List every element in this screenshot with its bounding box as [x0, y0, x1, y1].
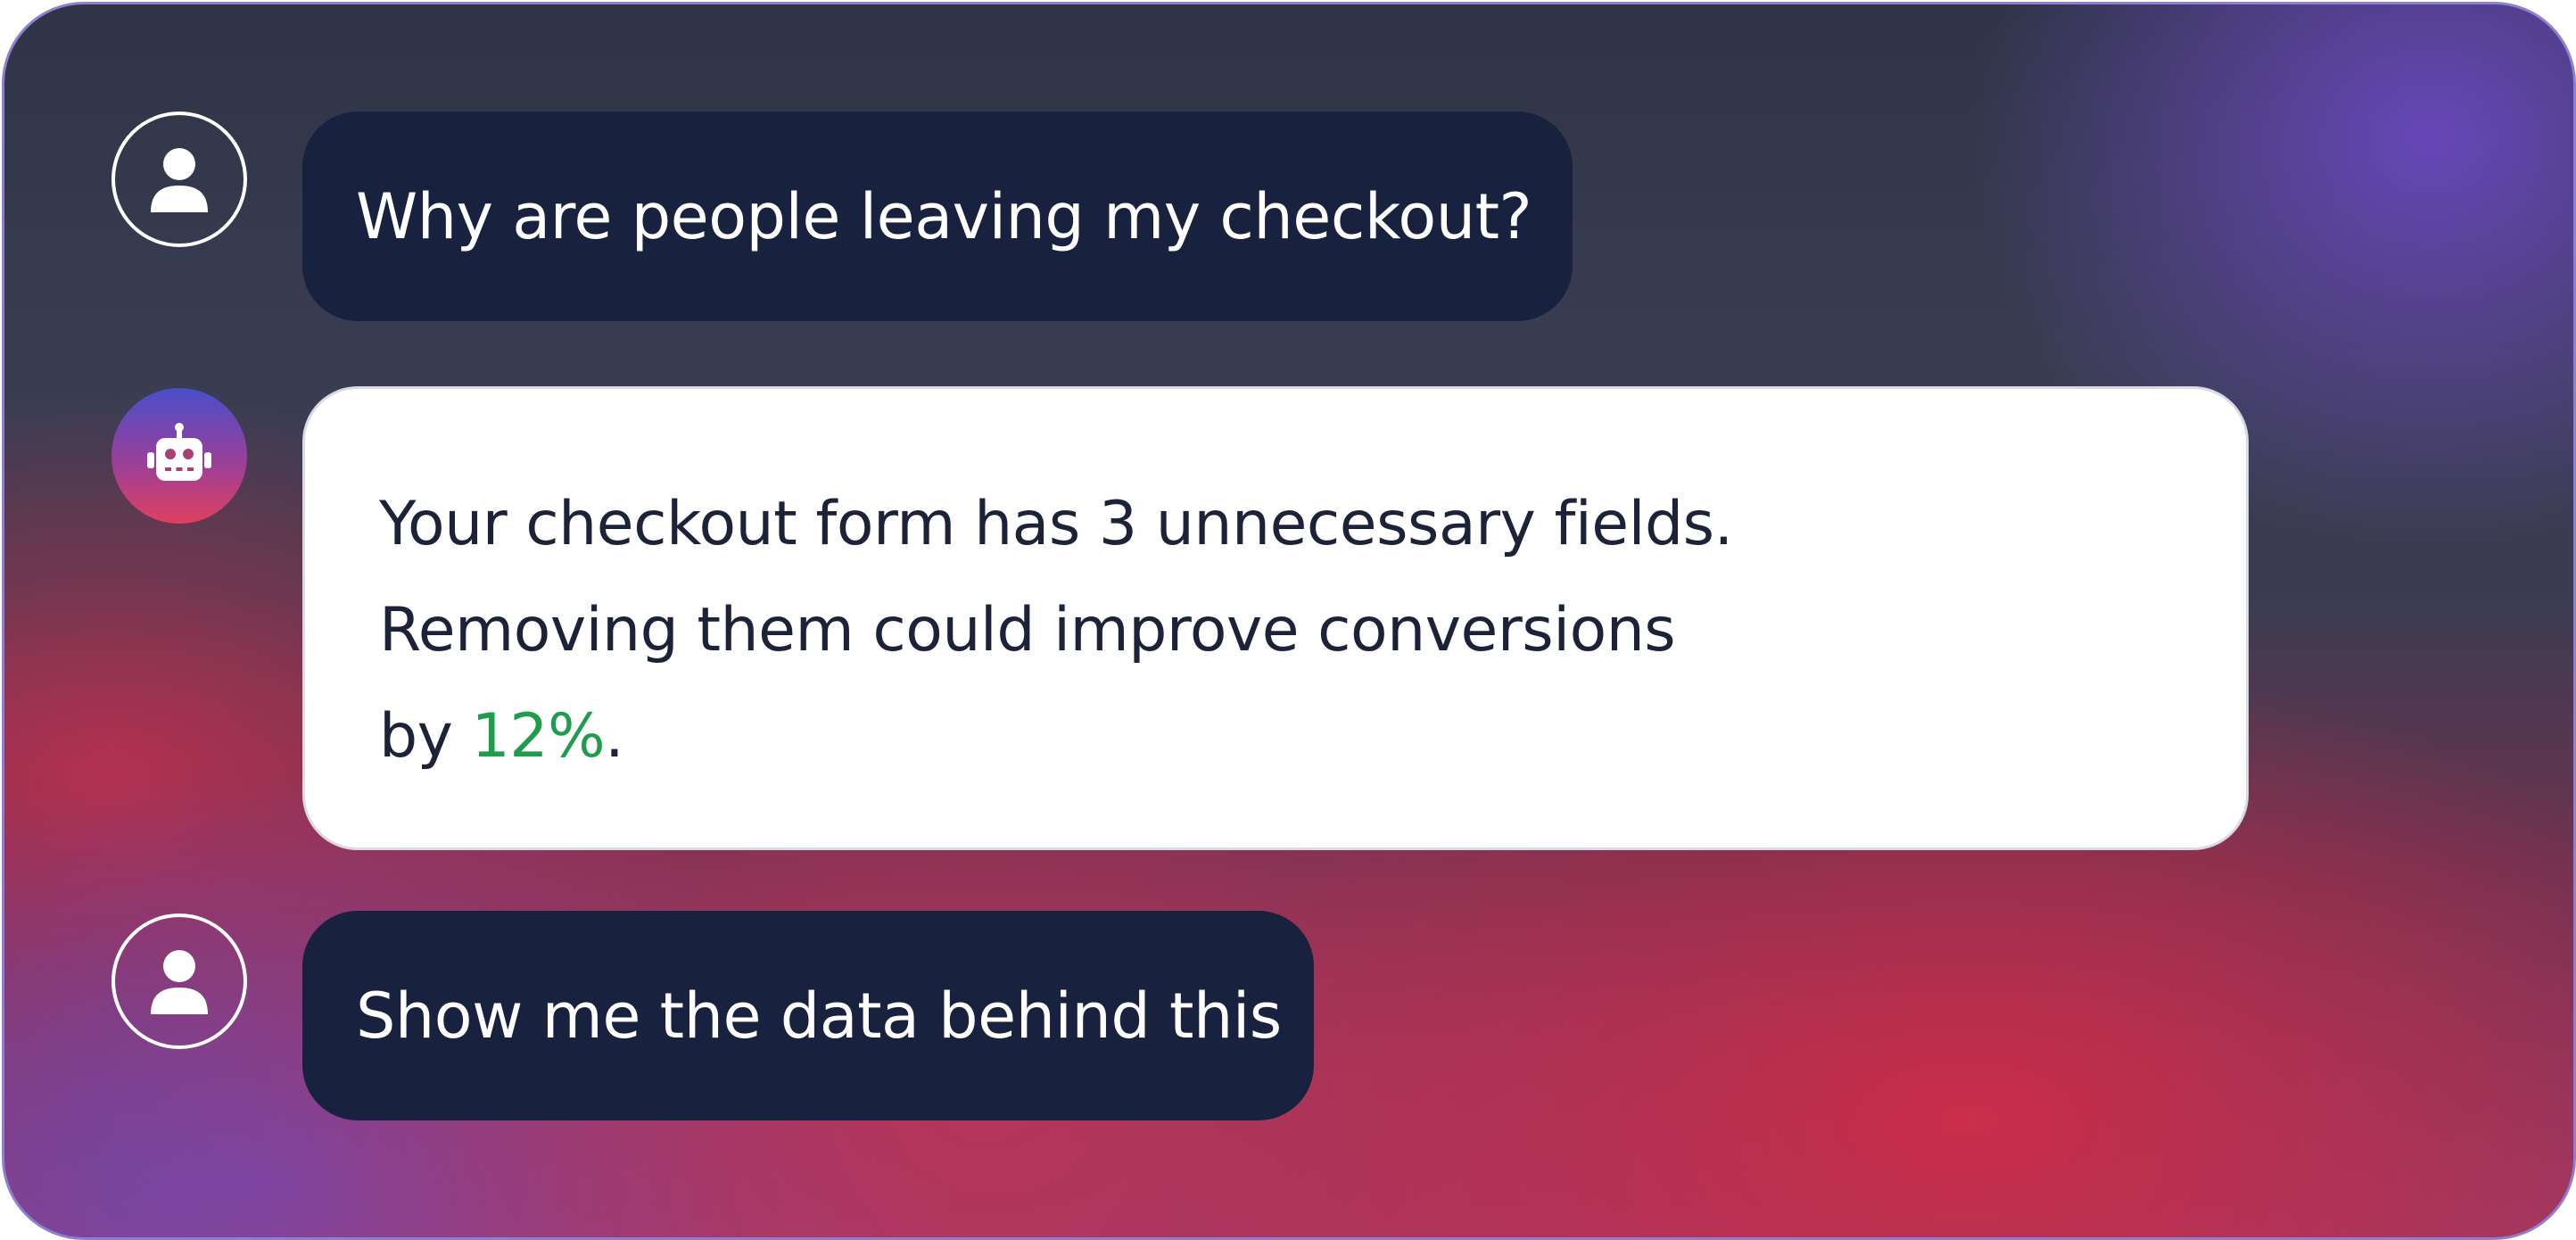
assistant-message-bubble: Your checkout form has 3 unnecessary fie… — [302, 386, 2249, 850]
assistant-message-line: Your checkout form has 3 unnecessary fie… — [379, 489, 1733, 559]
user-message-bubble: Show me the data behind this — [302, 911, 1314, 1120]
assistant-avatar — [111, 388, 247, 524]
robot-icon — [147, 423, 211, 481]
user-message-text: Show me the data behind this — [356, 979, 1282, 1053]
conversion-improvement-value: 12% — [471, 701, 606, 772]
user-avatar — [111, 913, 247, 1049]
user-message-text: Why are people leaving my checkout? — [356, 179, 1532, 253]
assistant-message-last-line: by 12%. — [379, 683, 2192, 789]
assistant-message-prefix: by — [379, 701, 472, 772]
chat-panel: Why are people leaving my checkout? Your… — [2, 2, 2576, 1240]
user-icon — [151, 148, 208, 212]
user-avatar — [111, 112, 247, 247]
user-icon — [151, 950, 208, 1014]
user-message-bubble: Why are people leaving my checkout? — [302, 112, 1573, 321]
assistant-message-suffix: . — [605, 701, 624, 772]
assistant-message-line: Removing them could improve conversions — [379, 595, 1676, 665]
